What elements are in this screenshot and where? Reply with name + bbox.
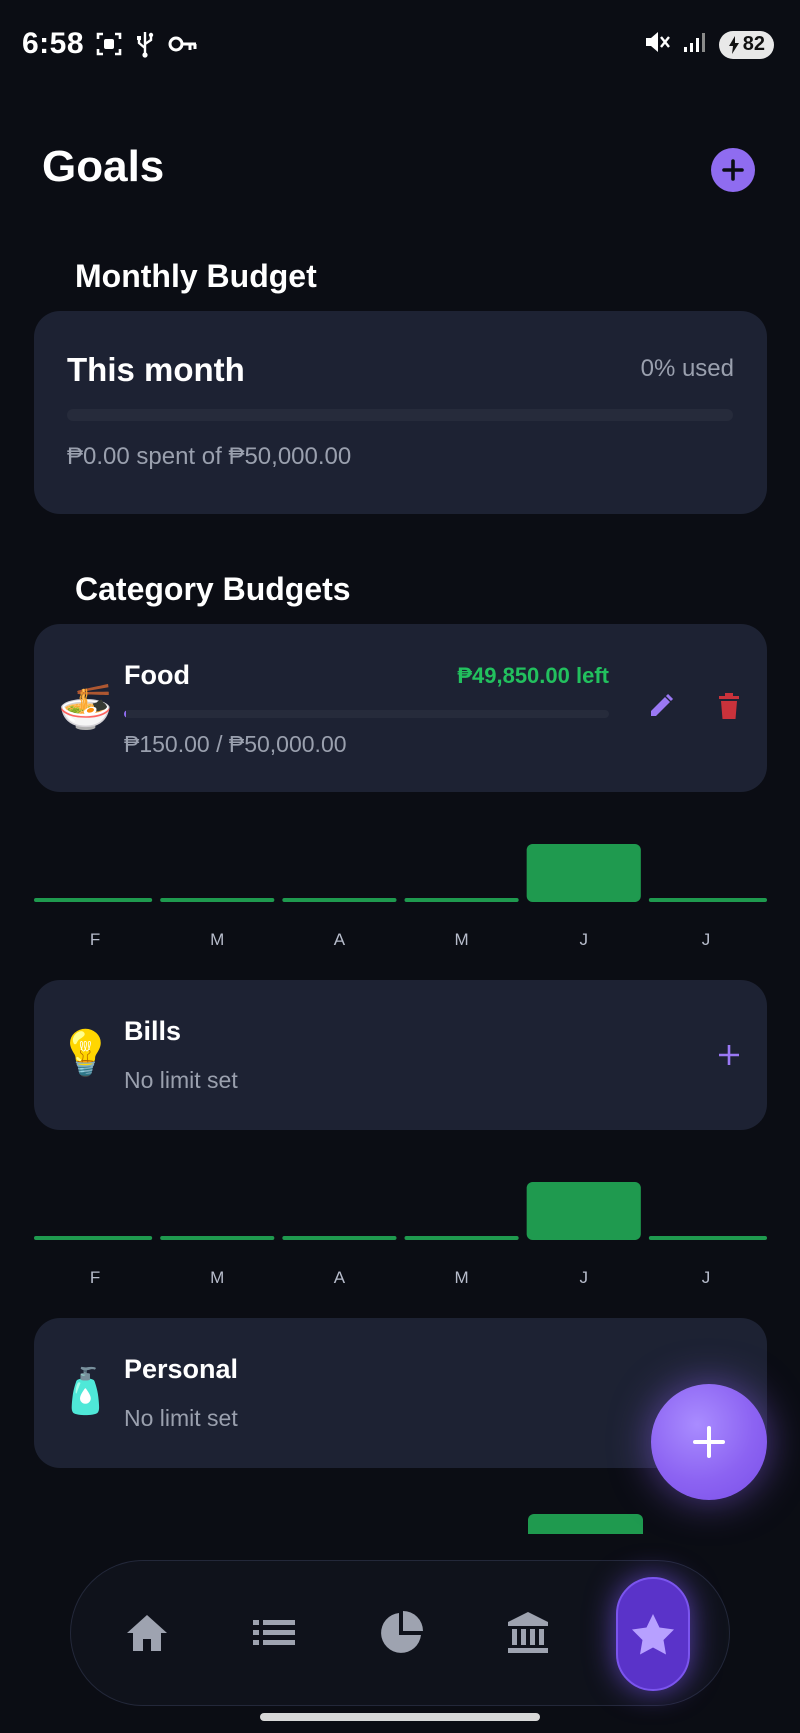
noodle-bowl-icon: 🍜: [58, 682, 113, 733]
chart-tick-label: J: [579, 930, 589, 949]
chart-tick-label: J: [579, 1268, 589, 1287]
status-bar: 6:58 82: [0, 0, 800, 90]
pie-chart-icon: [381, 1611, 423, 1653]
edit-icon: [651, 693, 674, 716]
monthly-budget-title: Monthly Budget: [75, 258, 317, 294]
category-name: Personal: [124, 1354, 239, 1384]
chart-bar: [282, 1236, 397, 1240]
chart-bar: [160, 898, 275, 902]
chart-bar: [404, 1236, 519, 1240]
chart-tick-label: A: [333, 930, 346, 949]
food-history-chart: FMAMJJ: [34, 832, 767, 952]
nav-goals[interactable]: [616, 1577, 690, 1691]
add-goal-button[interactable]: [711, 148, 755, 192]
home-icon: [127, 1615, 167, 1651]
chart-bar: [160, 1236, 275, 1240]
monthly-used-label: 0% used: [640, 355, 734, 382]
category-amount-text: ₱150.00 / ₱50,000.00: [124, 731, 347, 757]
status-right-icons: 82: [643, 28, 774, 61]
delete-icon: [719, 693, 739, 719]
category-name: Food: [124, 660, 190, 690]
nav-accounts[interactable]: [490, 1595, 566, 1671]
chart-bar: [34, 898, 153, 902]
category-card-bills[interactable]: 💡 Bills No limit set: [34, 980, 767, 1130]
chart-tick-label: A: [333, 1268, 346, 1287]
chart-tick-label: J: [701, 1268, 711, 1287]
plus-icon: [693, 1426, 725, 1458]
chart-bar: [34, 1236, 153, 1240]
set-limit-button[interactable]: [707, 1033, 751, 1077]
page-title: Goals: [42, 142, 165, 191]
monthly-spent-text: ₱0.00 spent of ₱50,000.00: [67, 443, 352, 470]
chart-tick-label: J: [701, 930, 711, 949]
battery-icon: 82: [718, 30, 774, 59]
chart-bar: [526, 1182, 641, 1240]
light-bulb-icon: 💡: [58, 1028, 113, 1079]
chart-bar: [282, 898, 397, 902]
add-category-fab[interactable]: [651, 1384, 767, 1500]
list-icon: [253, 1620, 295, 1645]
mute-icon: [643, 28, 671, 61]
chart-tick-label: M: [454, 1268, 469, 1287]
chart-bar: [526, 844, 641, 902]
screenshot-icon: [96, 31, 122, 62]
monthly-card-title: This month: [67, 351, 245, 388]
bank-icon: [508, 1612, 548, 1653]
plus-icon: [719, 1045, 739, 1065]
chart-tick-label: M: [210, 1268, 225, 1287]
bottom-navigation: [70, 1560, 730, 1706]
status-left-icons: [96, 30, 198, 63]
edit-button[interactable]: [639, 684, 683, 728]
plus-icon: [722, 159, 744, 181]
lotion-bottle-icon: 🧴: [58, 1366, 113, 1417]
category-limit-text: No limit set: [124, 1067, 238, 1093]
bills-history-chart: FMAMJJ: [34, 1170, 767, 1290]
category-budgets-title: Category Budgets: [75, 571, 351, 607]
chart-bar-partial: [528, 1514, 643, 1534]
category-left-amount: ₱49,850.00 left: [457, 663, 609, 688]
monthly-progress-bar: [67, 409, 733, 421]
signal-icon: [683, 30, 707, 59]
home-indicator: [260, 1713, 540, 1721]
chart-tick-label: F: [89, 930, 101, 949]
delete-button[interactable]: [707, 684, 751, 728]
category-progress-bar: [124, 710, 609, 718]
chart-bar: [648, 898, 767, 902]
chart-tick-label: F: [89, 1268, 101, 1287]
nav-home[interactable]: [109, 1595, 185, 1671]
nav-transactions[interactable]: [236, 1595, 312, 1671]
monthly-budget-card[interactable]: This month 0% used ₱0.00 spent of ₱50,00…: [34, 311, 767, 514]
category-progress-fill: [124, 710, 127, 718]
category-limit-text: No limit set: [124, 1405, 238, 1431]
chart-bar: [404, 898, 519, 902]
key-icon: [168, 34, 198, 59]
category-name: Bills: [124, 1016, 182, 1046]
chart-bar: [648, 1236, 767, 1240]
star-icon: [632, 1614, 674, 1655]
chart-tick-label: M: [454, 930, 469, 949]
battery-level: 82: [742, 33, 765, 55]
status-time: 6:58: [22, 27, 85, 60]
usb-icon: [136, 30, 154, 63]
category-card-food[interactable]: 🍜 Food ₱49,850.00 left ₱150.00 / ₱50,000…: [34, 624, 767, 792]
chart-tick-label: M: [210, 930, 225, 949]
nav-reports[interactable]: [363, 1595, 439, 1671]
